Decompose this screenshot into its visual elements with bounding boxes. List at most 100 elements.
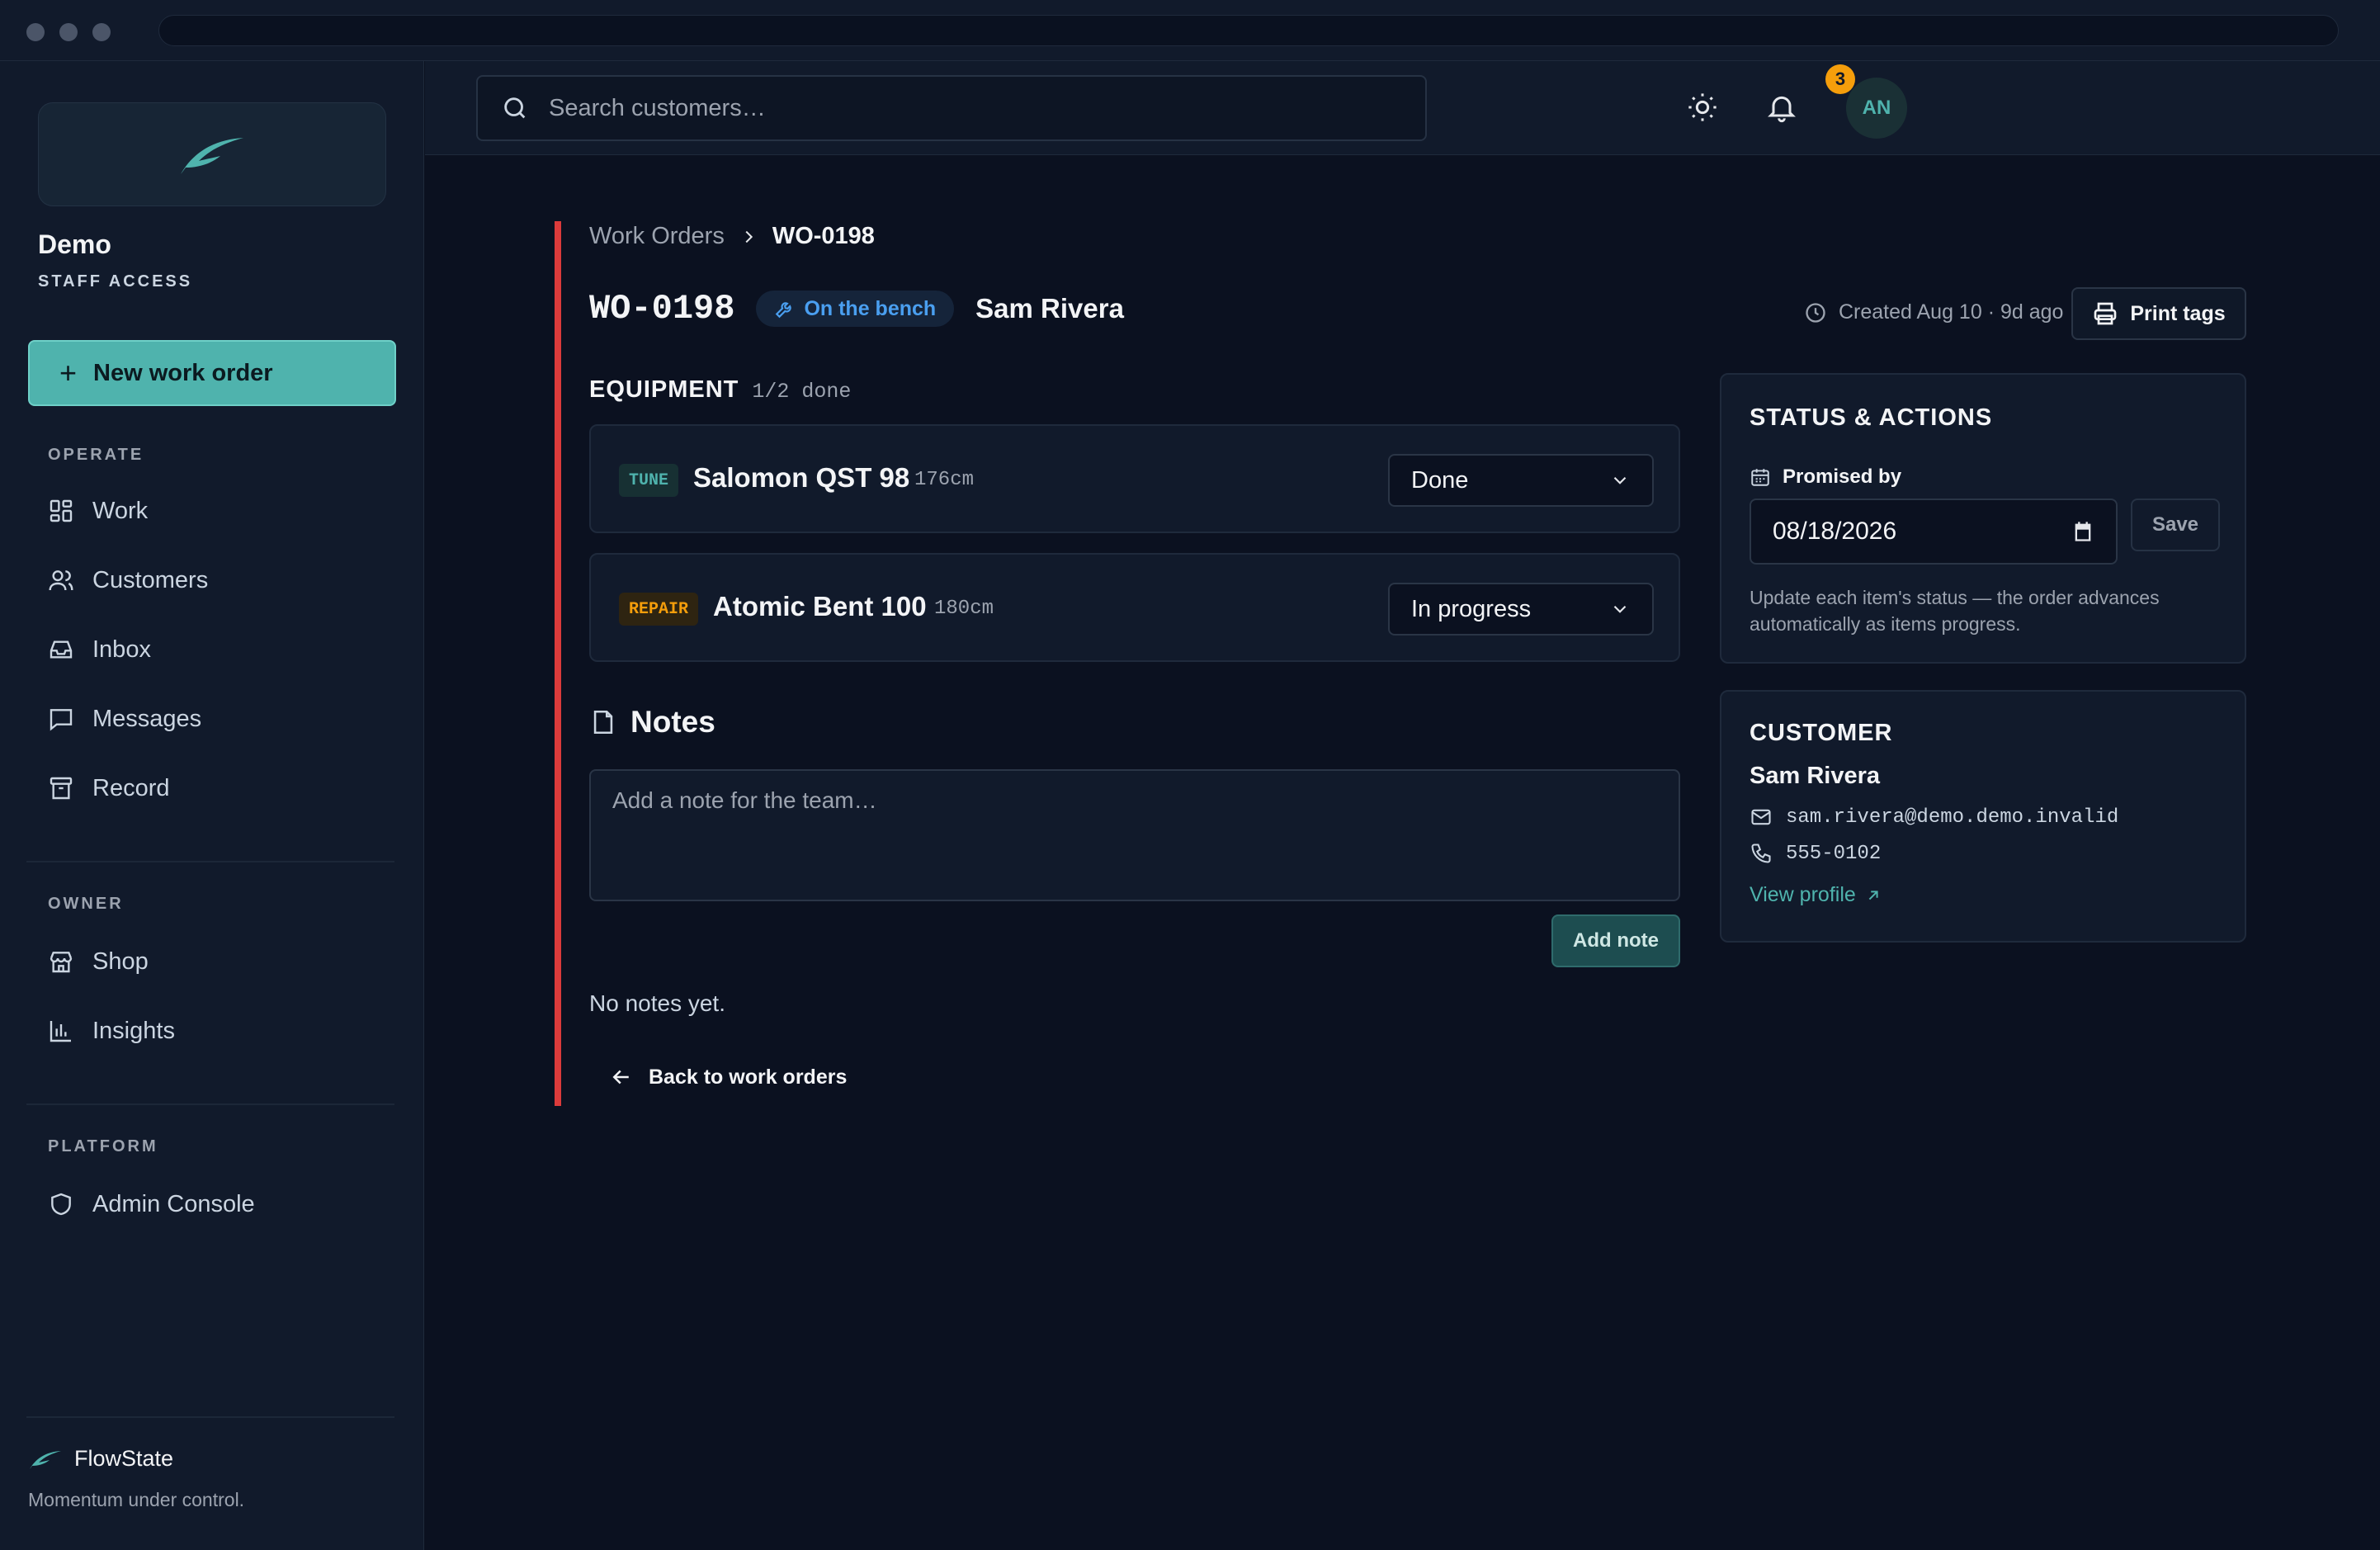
back-to-work-orders-link[interactable]: Back to work orders [609,1065,847,1089]
sidebar-divider [26,861,394,862]
order-title-row: WO-0198 On the bench Sam Rivera [589,289,1124,328]
promised-date-value: 08/18/2026 [1773,517,1897,545]
window-minimize-dot[interactable] [59,23,78,41]
notifications-button[interactable] [1760,86,1803,129]
item-status-value: Done [1411,466,1469,494]
bell-icon [1768,96,1796,123]
equipment-length: 180cm [934,598,994,620]
store-icon [50,952,73,973]
sidebar-item-inbox[interactable]: Inbox [38,624,393,675]
search-box[interactable] [476,75,1427,141]
workspace-name: Demo [38,229,111,259]
window-close-dot[interactable] [26,23,45,41]
equipment-item: REPAIR Atomic Bent 100 180cm In progress [589,553,1680,662]
inbox-icon [50,640,73,659]
sidebar-item-shop[interactable]: Shop [38,936,393,987]
grid-icon [50,499,73,522]
view-profile-label: View profile [1750,883,1856,906]
item-status-value: In progress [1411,595,1532,622]
users-icon [49,570,73,591]
search-input[interactable] [549,94,1374,122]
customer-name: Sam Rivera [1750,763,1880,789]
equipment-name: Salomon QST 98 [693,462,910,493]
sidebar-item-insights[interactable]: Insights [38,1005,393,1056]
status-badge: On the bench [756,291,955,327]
avatar[interactable]: AN [1846,78,1907,139]
promised-date-input[interactable]: 08/18/2026 [1750,499,2118,565]
customer-panel: CUSTOMER Sam Rivera sam.rivera@demo.demo… [1720,690,2246,943]
order-customer-name[interactable]: Sam Rivera [975,293,1124,324]
item-status-select[interactable]: In progress [1388,583,1654,636]
print-tags-button[interactable]: Print tags [2071,287,2246,340]
priority-bar [555,221,561,1106]
service-tag: REPAIR [619,593,699,626]
calendar-picker-icon[interactable] [2071,520,2094,543]
external-arrow-icon [1868,890,1878,900]
new-work-order-button[interactable]: + New work order [28,340,396,406]
section-label-owner: OWNER [48,895,124,913]
mail-icon [1751,809,1771,825]
sidebar-item-work[interactable]: Work [38,485,393,536]
sidebar-item-admin-console[interactable]: Admin Console [38,1179,393,1230]
sun-icon [1688,93,1717,121]
footer-brand-name: FlowState [74,1446,174,1471]
feather-logo-icon [181,138,243,174]
save-button[interactable]: Save [2131,499,2220,551]
archive-icon [50,777,73,800]
status-label: On the bench [804,296,937,320]
notes-header: Notes [589,705,715,740]
breadcrumb-current: WO-0198 [772,223,875,249]
chevron-down-icon [1613,605,1627,613]
sidebar-item-label: Messages [92,705,202,732]
sidebar-item-label: Customers [92,566,209,593]
sidebar-divider [26,1103,394,1105]
search-icon [504,97,526,119]
created-text: Created Aug 10 · 9d ago [1839,300,2064,324]
calendar-icon [1751,469,1769,486]
shield-icon [51,1193,71,1216]
back-label: Back to work orders [649,1065,848,1089]
printer-icon [2094,302,2117,325]
sidebar-item-label: Insights [92,1017,175,1044]
theme-toggle-button[interactable] [1681,86,1724,129]
section-label-platform: PLATFORM [48,1137,158,1155]
view-profile-link[interactable]: View profile [1750,883,1882,907]
sidebar-item-messages[interactable]: Messages [38,693,393,744]
customer-phone: 555-0102 [1750,842,1881,865]
address-bar[interactable] [158,15,2339,46]
window-maximize-dot[interactable] [92,23,111,41]
equipment-progress: 1/2 done [752,380,852,404]
equipment-item: TUNE Salomon QST 98 176cm Done [589,424,1680,533]
window-chrome [0,0,2380,61]
logo-card[interactable] [38,102,386,206]
promised-by-text: Promised by [1783,465,1902,488]
sidebar-item-label: Record [92,774,170,801]
note-textarea[interactable] [589,769,1680,901]
sidebar-item-label: Admin Console [92,1190,255,1217]
panel-title: CUSTOMER [1750,720,1893,746]
topbar: 3 AN [425,61,2380,155]
new-work-order-label: New work order [93,359,273,386]
message-icon [50,709,73,731]
clock-icon [1806,302,1825,323]
print-tags-label: Print tags [2130,301,2226,325]
customer-email: sam.rivera@demo.demo.invalid [1750,806,2118,829]
note-icon [593,710,613,735]
equipment-length: 176cm [914,469,975,491]
breadcrumb-work-orders[interactable]: Work Orders [589,223,725,250]
customer-phone-text[interactable]: 555-0102 [1786,843,1881,865]
feather-logo-icon [30,1450,61,1469]
add-note-button[interactable]: Add note [1551,914,1680,967]
equipment-name: Atomic Bent 100 [713,591,927,621]
sidebar-item-record[interactable]: Record [38,763,393,814]
sidebar-item-label: Shop [92,947,149,975]
panel-title: STATUS & ACTIONS [1750,404,1993,431]
footer-brand: FlowState [28,1446,173,1472]
item-status-select[interactable]: Done [1388,454,1654,507]
created-timestamp: Created Aug 10 · 9d ago [1804,300,2063,324]
section-label-operate: OPERATE [48,446,144,464]
sidebar-item-customers[interactable]: Customers [38,555,393,606]
chevron-right-icon [745,230,753,243]
equipment-heading: EQUIPMENT [589,376,739,403]
customer-email-text[interactable]: sam.rivera@demo.demo.invalid [1786,806,2118,829]
